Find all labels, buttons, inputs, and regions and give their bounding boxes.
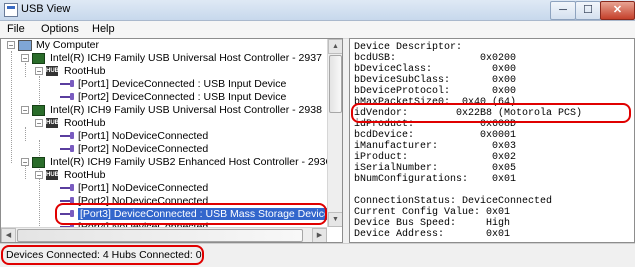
detail-line: ConnectionStatus: DeviceConnected xyxy=(354,196,553,207)
tree-item-port[interactable]: [Port2] NoDeviceConnected xyxy=(60,143,208,156)
usb-port-icon xyxy=(60,79,74,88)
menu-help[interactable]: Help xyxy=(92,23,115,35)
controller-icon xyxy=(32,157,45,168)
tree-item-label: [Port2] NoDeviceConnected xyxy=(78,143,209,155)
controller-icon xyxy=(32,53,45,64)
tree-item-my-computer[interactable]: My Computer xyxy=(18,39,99,52)
tree-item-port[interactable]: [Port2] DeviceConnected : USB Input Devi… xyxy=(60,91,286,104)
collapse-toggle[interactable]: − xyxy=(35,171,43,180)
usb-port-icon xyxy=(60,183,74,192)
usb-app-icon xyxy=(4,3,18,17)
tree-item-port[interactable]: [Port1] NoDeviceConnected xyxy=(60,182,208,195)
tree-item-label: Intel(R) ICH9 Family USB2 Enhanced Host … xyxy=(50,156,334,168)
close-button[interactable]: ✕ xyxy=(600,1,635,20)
usb-port-icon xyxy=(60,131,74,140)
detail-line: Current Config Value: 0x01 xyxy=(354,207,511,218)
menu-options[interactable]: Options xyxy=(41,23,79,35)
maximize-button[interactable]: ☐ xyxy=(575,1,601,20)
window-title: USB View xyxy=(21,3,71,15)
tree-item-label: [Port1] NoDeviceConnected xyxy=(78,130,209,142)
tree-item-port[interactable]: [Port1] DeviceConnected : USB Input Devi… xyxy=(60,78,286,91)
tree-item-roothub[interactable]: HUB RootHub xyxy=(46,65,105,78)
highlight-annotation xyxy=(1,245,204,265)
hub-icon: HUB xyxy=(46,118,59,128)
menu-file[interactable]: File xyxy=(7,23,25,35)
tree-item-label: [Port1] NoDeviceConnected xyxy=(78,182,209,194)
hub-icon: HUB xyxy=(46,170,59,180)
tree-line xyxy=(25,127,26,141)
tree-item-controller[interactable]: Intel(R) ICH9 Family USB Universal Host … xyxy=(32,52,322,65)
tree-item-label: [Port1] DeviceConnected : USB Input Devi… xyxy=(78,78,287,90)
usb-port-icon xyxy=(60,92,74,101)
tree-item-controller[interactable]: Intel(R) ICH9 Family USB2 Enhanced Host … xyxy=(32,156,333,169)
usbview-window: USB View ─ ☐ ✕ File Options Help − − − −… xyxy=(0,0,635,267)
detail-line: Device Bus Speed: High xyxy=(354,218,511,229)
collapse-toggle[interactable]: − xyxy=(35,119,43,128)
collapse-toggle[interactable]: − xyxy=(7,41,15,50)
detail-line: iSerialNumber: 0x05 xyxy=(354,163,517,174)
tree-item-label: RootHub xyxy=(64,117,106,129)
usb-port-icon xyxy=(60,144,74,153)
detail-line: bNumConfigurations: 0x01 xyxy=(354,174,517,185)
scroll-left-button[interactable]: ◀ xyxy=(1,228,16,242)
collapse-toggle[interactable]: − xyxy=(21,54,29,63)
tree-item-controller[interactable]: Intel(R) ICH9 Family USB Universal Host … xyxy=(32,104,322,117)
scroll-thumb[interactable] xyxy=(329,55,342,113)
tree-item-label: RootHub xyxy=(64,169,106,181)
detail-line: bDeviceClass: 0x00 xyxy=(354,64,517,75)
hub-icon: HUB xyxy=(46,66,59,76)
detail-line: Device Address: 0x01 xyxy=(354,229,511,240)
tree-item-label: My Computer xyxy=(36,39,100,51)
detail-line: bcdDevice: 0x0001 xyxy=(354,130,517,141)
scroll-up-button[interactable]: ▲ xyxy=(328,39,342,54)
device-tree-pane[interactable]: − − − − − − − My Computer Intel(R) ICH9 … xyxy=(0,38,343,243)
tree-vertical-scrollbar[interactable]: ▲ ▼ xyxy=(327,39,342,227)
tree-line xyxy=(25,165,26,179)
collapse-toggle[interactable]: − xyxy=(21,106,29,115)
tree-item-label: Intel(R) ICH9 Family USB Universal Host … xyxy=(50,104,322,116)
highlight-annotation xyxy=(55,203,327,225)
menu-bar: File Options Help xyxy=(0,21,635,39)
tree-item-port[interactable]: [Port1] NoDeviceConnected xyxy=(60,130,208,143)
tree-line xyxy=(11,51,12,163)
computer-icon xyxy=(18,40,32,51)
tree-line xyxy=(25,63,26,77)
controller-icon xyxy=(32,105,45,116)
device-details-pane[interactable]: Device Descriptor: bcdUSB: 0x0200 bDevic… xyxy=(349,38,635,243)
tree-horizontal-scrollbar[interactable]: ◀ ▶ xyxy=(1,227,327,242)
tree-item-label: RootHub xyxy=(64,65,106,77)
collapse-toggle[interactable]: − xyxy=(35,67,43,76)
title-bar[interactable]: USB View ─ ☐ ✕ xyxy=(0,0,635,21)
status-bar: Devices Connected: 4 Hubs Connected: 0 xyxy=(0,243,635,267)
collapse-toggle[interactable]: − xyxy=(21,158,29,167)
tree-item-label: [Port2] DeviceConnected : USB Input Devi… xyxy=(78,91,287,103)
detail-line: bDeviceProtocol: 0x00 xyxy=(354,86,517,97)
detail-line: iManufacturer: 0x03 xyxy=(354,141,517,152)
detail-line: Device Descriptor: xyxy=(354,42,463,53)
detail-line: bcdUSB: 0x0200 xyxy=(354,53,517,64)
scroll-down-button[interactable]: ▼ xyxy=(328,212,342,227)
minimize-button[interactable]: ─ xyxy=(550,1,576,20)
detail-line: iProduct: 0x02 xyxy=(354,152,517,163)
tree-item-roothub[interactable]: HUB RootHub xyxy=(46,169,105,182)
tree-item-label: Intel(R) ICH9 Family USB Universal Host … xyxy=(50,52,322,64)
tree-item-roothub[interactable]: HUB RootHub xyxy=(46,117,105,130)
scroll-thumb[interactable] xyxy=(17,229,303,242)
highlight-annotation xyxy=(351,103,631,123)
detail-line: bDeviceSubClass: 0x00 xyxy=(354,75,517,86)
scroll-right-button[interactable]: ▶ xyxy=(312,228,327,242)
